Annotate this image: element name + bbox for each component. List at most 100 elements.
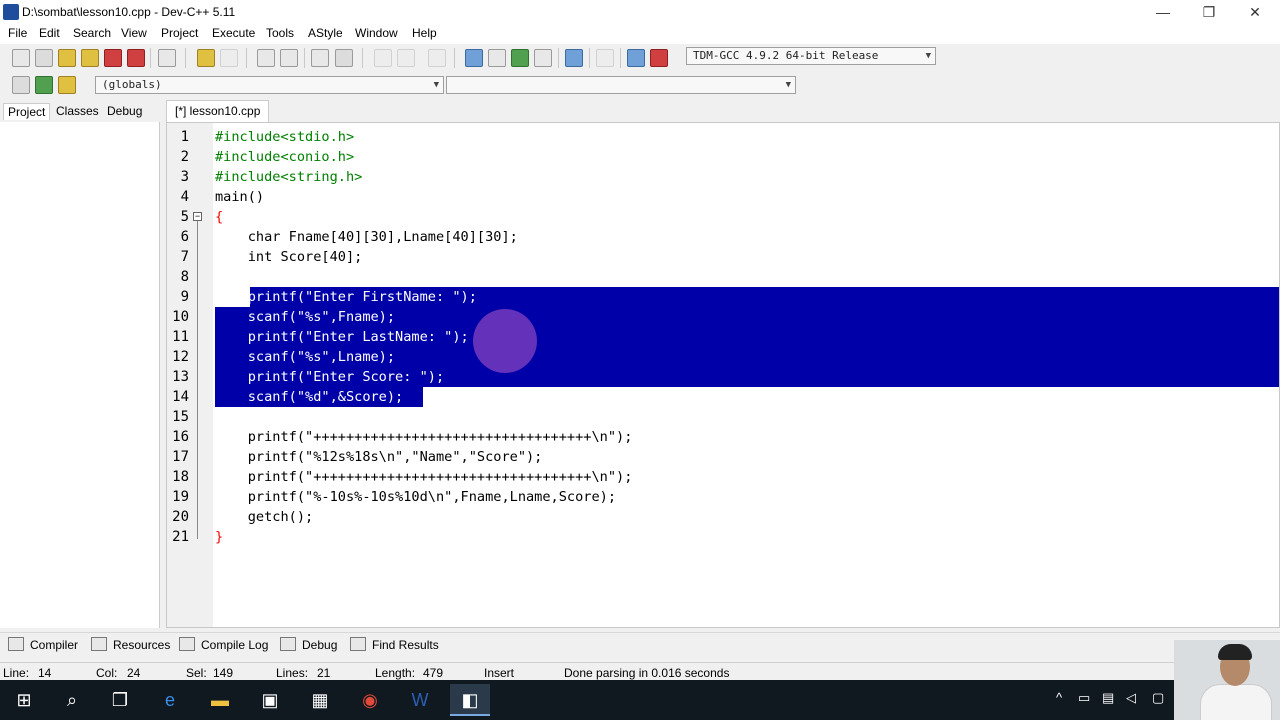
compile-run-icon[interactable] xyxy=(511,49,529,67)
new-file-icon[interactable] xyxy=(12,49,30,67)
toolbar-separator xyxy=(304,48,305,68)
toolbar-separator xyxy=(454,48,455,68)
menu-project[interactable]: Project xyxy=(161,26,198,40)
line-number: 9 xyxy=(180,289,189,305)
line-number: 19 xyxy=(172,489,189,505)
compiler-select[interactable]: TDM-GCC 4.9.2 64-bit Release ▼ xyxy=(686,47,936,65)
unindent-icon[interactable] xyxy=(374,49,392,67)
menu-help[interactable]: Help xyxy=(412,26,437,40)
menu-search[interactable]: Search xyxy=(73,26,111,40)
presenter-shirt xyxy=(1200,684,1272,720)
close-file-icon[interactable] xyxy=(104,49,122,67)
word-icon[interactable]: W xyxy=(400,684,440,716)
task-view-icon[interactable]: ❐ xyxy=(100,684,140,716)
close-button[interactable]: ✕ xyxy=(1232,0,1278,24)
search-icon[interactable]: ⌕ xyxy=(52,684,92,716)
tab-compiler[interactable]: Compiler xyxy=(8,637,78,652)
toggle-comment-icon[interactable] xyxy=(35,76,53,94)
stop-execution-icon[interactable] xyxy=(596,49,614,67)
compile-log-icon xyxy=(179,637,195,651)
rebuild-all-icon[interactable] xyxy=(534,49,552,67)
find-icon[interactable] xyxy=(257,49,275,67)
save-icon[interactable] xyxy=(58,49,76,67)
resources-icon xyxy=(91,637,107,651)
tab-project[interactable]: Project xyxy=(3,103,51,120)
print-icon[interactable] xyxy=(158,49,176,67)
minimize-button[interactable]: — xyxy=(1140,0,1186,24)
replace-icon[interactable] xyxy=(280,49,298,67)
code-line: #include<stdio.h> xyxy=(215,129,355,145)
close-all-icon[interactable] xyxy=(127,49,145,67)
code-line: main() xyxy=(215,189,265,205)
tray-network-icon[interactable]: ▤ xyxy=(1102,690,1114,706)
menu-window[interactable]: Window xyxy=(355,26,398,40)
webcam-overlay xyxy=(1174,640,1280,720)
devcpp-taskbar-icon[interactable]: ◧ xyxy=(450,684,490,716)
status-sel: 149 xyxy=(213,666,234,680)
tab-lesson10-cpp[interactable]: [*] lesson10.cpp xyxy=(166,100,270,122)
goto-bookmark-icon[interactable] xyxy=(428,49,446,67)
tab-debug-bottom[interactable]: Debug xyxy=(280,637,337,652)
menu-file[interactable]: File xyxy=(8,26,27,40)
status-length-label: Length: xyxy=(375,666,416,680)
undo-icon[interactable] xyxy=(197,49,215,67)
open-file-icon[interactable] xyxy=(35,49,53,67)
code-line-selected: scanf("%d",&Score); xyxy=(215,389,404,405)
debug-icon xyxy=(280,637,296,651)
menu-astyle[interactable]: AStyle xyxy=(308,26,343,40)
tab-resources[interactable]: Resources xyxy=(91,637,170,652)
calculator-icon[interactable]: ▦ xyxy=(300,684,340,716)
menu-tools[interactable]: Tools xyxy=(266,26,294,40)
save-all-icon[interactable] xyxy=(81,49,99,67)
devcpp-app-icon xyxy=(3,4,19,20)
tray-chevron-up-icon[interactable]: ^ xyxy=(1056,690,1062,705)
tray-battery-icon[interactable]: ▭ xyxy=(1078,690,1090,706)
code-editor[interactable]: 1 2 3 4 5 6 7 8 9 10 11 12 13 14 15 16 1… xyxy=(166,122,1280,628)
indent-icon[interactable] xyxy=(311,49,329,67)
bookmark-icon[interactable] xyxy=(58,76,76,94)
code-area[interactable]: #include<stdio.h> #include<conio.h> #inc… xyxy=(213,123,1279,627)
tab-debug[interactable]: Debug xyxy=(103,103,146,119)
goto-line-icon[interactable] xyxy=(335,49,353,67)
menu-bar: File Edit Search View Project Execute To… xyxy=(0,24,1280,44)
profile-icon[interactable] xyxy=(627,49,645,67)
run-icon[interactable] xyxy=(488,49,506,67)
line-number: 12 xyxy=(172,349,189,365)
scope-select[interactable]: (globals) ▼ xyxy=(95,76,444,94)
tray-volume-icon[interactable]: ◁ xyxy=(1126,690,1136,706)
fold-toggle-icon[interactable]: − xyxy=(193,212,202,221)
compile-icon[interactable] xyxy=(465,49,483,67)
line-number: 17 xyxy=(172,449,189,465)
menu-execute[interactable]: Execute xyxy=(212,26,255,40)
line-number: 7 xyxy=(180,249,189,265)
chrome-browser-icon[interactable]: ◉ xyxy=(350,684,390,716)
toolbar-separator xyxy=(620,48,621,68)
line-number: 16 xyxy=(172,429,189,445)
edge-browser-icon[interactable]: e xyxy=(150,684,190,716)
toolbar-separator xyxy=(558,48,559,68)
menu-edit[interactable]: Edit xyxy=(39,26,60,40)
start-windows-icon[interactable]: ⊞ xyxy=(4,684,44,716)
toggle-bookmark-icon[interactable] xyxy=(397,49,415,67)
redo-icon[interactable] xyxy=(220,49,238,67)
line-number: 15 xyxy=(172,409,189,425)
presenter-hair xyxy=(1218,644,1252,660)
compiler-icon xyxy=(8,637,24,651)
syntax-check-icon[interactable] xyxy=(565,49,583,67)
line-number: 14 xyxy=(172,389,189,405)
left-panel-tabs: Project Classes Debug xyxy=(0,100,160,122)
file-explorer-icon[interactable]: ▬ xyxy=(200,684,240,716)
tray-notification-icon[interactable]: ▢ xyxy=(1152,690,1164,706)
status-length: 479 xyxy=(423,666,444,680)
tab-classes[interactable]: Classes xyxy=(52,103,103,119)
delete-profile-icon[interactable] xyxy=(650,49,668,67)
tab-find-results[interactable]: Find Results xyxy=(350,637,439,652)
tab-compile-log[interactable]: Compile Log xyxy=(179,637,268,652)
restore-button[interactable]: ❐ xyxy=(1186,0,1232,24)
insert-icon[interactable] xyxy=(12,76,30,94)
code-line-selected: scanf("%s",Fname); xyxy=(215,309,396,325)
member-select[interactable]: ▼ xyxy=(446,76,796,94)
menu-view[interactable]: View xyxy=(121,26,147,40)
line-number: 6 xyxy=(180,229,189,245)
store-icon[interactable]: ▣ xyxy=(250,684,290,716)
